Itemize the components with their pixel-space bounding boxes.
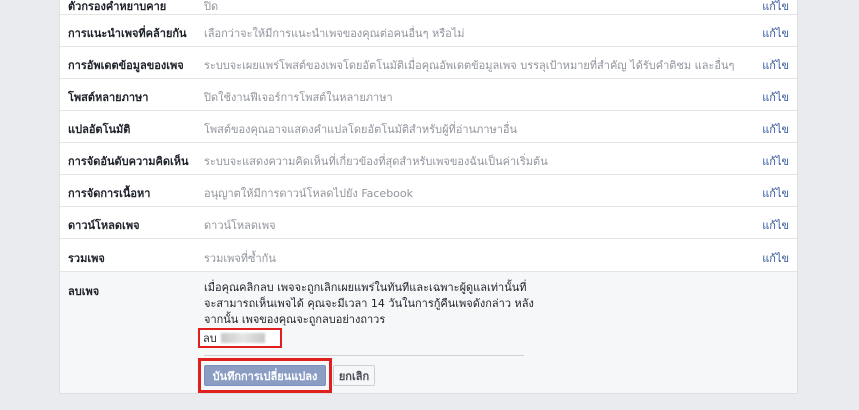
row-label: ดาวน์โหลดเพจ [68, 219, 140, 232]
settings-row-profanity-filter[interactable]: ตัวกรองคำหยาบคาย ปิด แก้ไข [60, 0, 797, 15]
save-changes-button[interactable]: บันทึกการเปลี่ยนแปลง [204, 365, 326, 386]
delete-link-text: ลบ [203, 332, 217, 345]
settings-row-page-updates[interactable]: การอัพเดตข้อมูลของเพจ ระบบจะเผยแพร่โพสต์… [60, 47, 797, 79]
edit-link[interactable]: แก้ไข [762, 249, 789, 267]
settings-row-download-page[interactable]: ดาวน์โหลดเพจ ดาวน์โหลดเพจ แก้ไข [60, 207, 797, 239]
description-line: จะสามารถเห็นเพจได้ คุณจะมีเวลา 14 วันในก… [204, 297, 534, 310]
row-label: การอัพเดตข้อมูลของเพจ [68, 59, 184, 72]
edit-link[interactable]: แก้ไข [762, 184, 789, 202]
edit-link[interactable]: แก้ไข [762, 152, 789, 170]
row-description: ปิดใช้งานฟีเจอร์การโพสต์ในหลายภาษา [204, 91, 393, 104]
remove-page-section: ลบเพจ เมื่อคุณคลิกลบ เพจจะถูกเลิกเผยแพร่… [60, 272, 797, 393]
settings-row-merge-pages[interactable]: รวมเพจ รวมเพจที่ซ้ำกัน แก้ไข [60, 239, 797, 272]
settings-row-content-distribution[interactable]: การจัดการเนื้อหา อนุญาตให้มีการดาวน์โหลด… [60, 175, 797, 207]
edit-link[interactable]: แก้ไข [762, 88, 789, 106]
description-line: เมื่อคุณคลิกลบ เพจจะถูกเลิกเผยแพร่ในทันท… [204, 281, 527, 294]
settings-row-similar-page-suggestions[interactable]: การแนะนำเพจที่คล้ายกัน เลือกว่าจะให้มีกา… [60, 15, 797, 47]
delete-page-link-highlight: ลบ [198, 328, 282, 348]
save-button-highlight: บันทึกการเปลี่ยนแปลง [198, 358, 332, 393]
redacted-page-name [220, 333, 265, 343]
row-description: ระบบจะแสดงความคิดเห็นที่เกี่ยวข้องที่สุด… [204, 155, 548, 168]
settings-row-comment-ranking[interactable]: การจัดอันดับความคิดเห็น ระบบจะแสดงความคิ… [60, 143, 797, 175]
row-description: โพสต์ของคุณอาจแสดงคำแปลโดยอัตโนมัติสำหรั… [204, 123, 518, 136]
row-label: การแนะนำเพจที่คล้ายกัน [68, 27, 187, 40]
row-description: รวมเพจที่ซ้ำกัน [204, 252, 276, 265]
delete-page-link[interactable]: ลบ [203, 332, 275, 345]
row-description: ดาวน์โหลดเพจ [204, 219, 276, 232]
row-description: เลือกว่าจะให้มีการแนะนำเพจของคุณต่อคนอื่… [204, 27, 465, 40]
row-label: การจัดการเนื้อหา [68, 187, 151, 200]
edit-link[interactable]: แก้ไข [762, 24, 789, 42]
edit-link[interactable]: แก้ไข [762, 216, 789, 234]
row-label: ตัวกรองคำหยาบคาย [68, 0, 167, 13]
divider [204, 355, 524, 356]
remove-page-description: เมื่อคุณคลิกลบ เพจจะถูกเลิกเผยแพร่ในทันท… [204, 280, 534, 328]
row-description: ระบบจะเผยแพร่โพสต์ของเพจโดยอัตโนมัติเมื่… [204, 59, 735, 72]
settings-panel: ตัวกรองคำหยาบคาย ปิด แก้ไข การแนะนำเพจที… [59, 0, 798, 394]
settings-row-auto-translate[interactable]: แปลอัตโนมัติ โพสต์ของคุณอาจแสดงคำแปลโดยอ… [60, 111, 797, 143]
edit-link[interactable]: แก้ไข [762, 120, 789, 138]
row-label: โพสต์หลายภาษา [68, 91, 149, 104]
edit-link[interactable]: แก้ไข [762, 56, 789, 74]
edit-link[interactable]: แก้ไข [762, 0, 789, 15]
remove-page-label: ลบเพจ [68, 285, 100, 298]
row-label: แปลอัตโนมัติ [68, 123, 131, 136]
row-label: การจัดอันดับความคิดเห็น [68, 155, 189, 168]
row-label: รวมเพจ [68, 252, 105, 265]
row-description: อนุญาตให้มีการดาวน์โหลดไปยัง Facebook [204, 187, 414, 200]
description-line: จากนั้น เพจของคุณจะถูกลบอย่างถาวร [204, 313, 386, 326]
row-description: ปิด [204, 0, 219, 13]
settings-row-multilingual-posts[interactable]: โพสต์หลายภาษา ปิดใช้งานฟีเจอร์การโพสต์ใน… [60, 79, 797, 111]
cancel-button[interactable]: ยกเลิก [333, 365, 375, 386]
